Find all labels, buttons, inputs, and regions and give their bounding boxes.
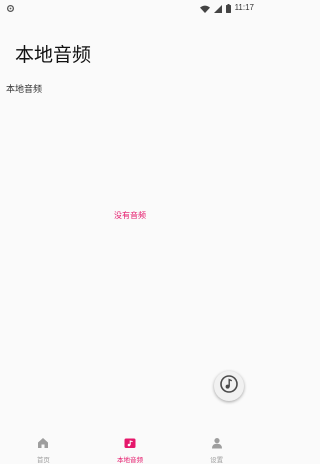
wifi-icon: [199, 0, 210, 17]
bottom-nav: 首页 本地音频 设置: [0, 429, 260, 464]
battery-icon: [225, 0, 231, 17]
section-label: 本地音频: [6, 85, 43, 95]
music-folder-icon: [124, 434, 136, 453]
app-notification-icon: [6, 0, 15, 17]
signal-icon: [213, 0, 222, 17]
nav-item-local-audio[interactable]: 本地音频: [87, 429, 174, 464]
nav-label-settings: 设置: [210, 456, 224, 464]
music-note-icon: [219, 374, 239, 398]
nav-label-home: 首页: [36, 456, 50, 464]
status-bar: 11:17: [0, 0, 260, 14]
status-time: 11:17: [234, 2, 254, 12]
empty-state-message: 没有音频: [114, 211, 146, 220]
play-music-fab[interactable]: [214, 371, 244, 401]
nav-item-settings[interactable]: 设置: [173, 429, 260, 464]
nav-label-local-audio: 本地音频: [117, 456, 143, 464]
home-icon: [37, 434, 49, 453]
status-right: 11:17: [199, 0, 254, 17]
person-icon: [211, 434, 223, 453]
page-title: 本地音频: [15, 44, 92, 66]
status-left: [6, 0, 15, 17]
nav-item-home[interactable]: 首页: [0, 429, 87, 464]
